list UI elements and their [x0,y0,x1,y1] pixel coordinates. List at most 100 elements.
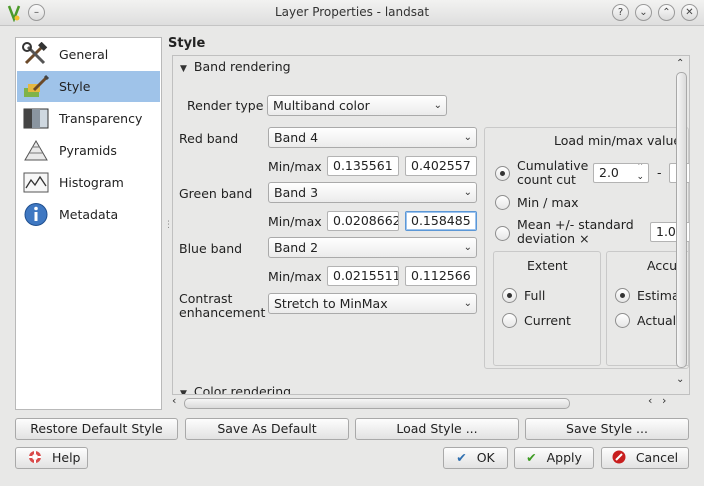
cumulative-count-radio[interactable] [495,166,510,181]
accuracy-actual-label: Actual [637,313,677,328]
blue-max-field[interactable]: 0.112566 [405,266,477,286]
range-dash: - [657,165,662,180]
cancel-icon [612,450,626,464]
save-style-button[interactable]: Save Style ... [525,418,689,440]
band-rendering-title: Band rendering [193,59,291,74]
red-band-label: Red band [179,131,239,146]
extent-full-radio[interactable] [502,288,517,303]
sidebar-item-transparency[interactable]: Transparency [17,103,160,134]
color-rendering-header[interactable]: ▼ Color rendering [180,384,291,395]
horizontal-scrollbar[interactable]: ‹ ‹ › [172,394,672,410]
help-label: Help [51,450,81,465]
scroll-up-icon[interactable]: ⌃ [676,58,684,69]
sidebar-item-metadata[interactable]: Metadata [17,199,160,230]
window-title: Layer Properties - landsat [274,5,430,19]
band-rendering-header[interactable]: ▼ Band rendering [180,59,291,74]
help-button[interactable]: Help [15,447,88,469]
apply-label: Apply [546,450,582,465]
tools-icon [22,42,48,65]
contrast-enhancement-value: Stretch to MinMax [274,296,388,311]
blue-min-field[interactable]: 0.0215511 [327,266,399,286]
title-bar: – Layer Properties - landsat ? ⌄ ⌃ ✕ [0,0,704,26]
chevron-down-icon: ⌄ [463,132,472,143]
load-minmax-title: Load min/max value [554,133,682,148]
chevron-down-icon: ⌄ [463,242,472,253]
accuracy-estimate-radio[interactable] [615,288,630,303]
accuracy-title: Accu [647,258,677,273]
save-as-default-button[interactable]: Save As Default [185,418,349,440]
extent-full-label: Full [524,288,546,303]
minmax-radio[interactable] [495,195,510,210]
green-max-field[interactable]: 0.158485 [405,211,477,231]
minmax-option-label: Min / max [517,195,579,210]
close-window-button[interactable]: ✕ [681,4,698,21]
sidebar-item-label: General [59,47,109,62]
extent-current-radio[interactable] [502,313,517,328]
pyramid-icon [24,140,48,161]
render-type-value: Multiband color [273,98,370,113]
sidebar-item-pyramids[interactable]: Pyramids [17,135,160,166]
mean-stddev-radio[interactable] [495,226,510,241]
load-minmax-group: Load min/max value Cumulative count cut … [484,127,689,369]
contrast-enhancement-label: Contrast enhancement [179,291,266,320]
red-minmax-label: Min/max [268,159,322,174]
red-min-field[interactable]: 0.135561 [327,156,399,176]
blue-band-select[interactable]: Band 2 ⌄ [268,237,477,258]
extent-group: Extent Full Current [493,251,601,366]
ok-button[interactable]: ✔ OK [443,447,508,469]
paintbrush-icon [24,74,50,97]
transparency-icon [23,108,49,129]
collapse-triangle-icon: ▼ [180,389,187,395]
extent-current-label: Current [524,313,571,328]
sidebar-item-label: Pyramids [59,143,117,158]
red-max-field[interactable]: 0.402557 [405,156,477,176]
sidebar-item-general[interactable]: General [17,39,160,70]
mean-stddev-label: Mean +/- standard deviation × [517,217,634,246]
chevron-down-icon: ⌄ [433,100,442,111]
help-titlebar-button[interactable]: ? [612,4,629,21]
green-band-select[interactable]: Band 3 ⌄ [268,182,477,203]
scroll-left-icon[interactable]: ‹ [172,394,176,407]
extent-title: Extent [527,258,568,273]
blue-band-value: Band 2 [274,240,319,255]
hscroll-thumb[interactable] [184,398,570,409]
apply-button[interactable]: ✔ Apply [514,447,594,469]
collapse-triangle-icon: ▼ [180,64,187,74]
maximize-button[interactable]: ⌃ [658,4,675,21]
chevron-down-icon: ⌄ [463,298,472,309]
style-panel: ▼ Band rendering Render type Multiband co… [172,55,690,395]
green-min-field[interactable]: 0.0208662 [327,211,399,231]
blue-minmax-label: Min/max [268,269,322,284]
load-style-button[interactable]: Load Style ... [355,418,519,440]
ok-label: OK [476,450,495,465]
accuracy-actual-radio[interactable] [615,313,630,328]
cancel-label: Cancel [635,450,679,465]
scroll-right-icon[interactable]: › [662,394,666,407]
vertical-scrollbar[interactable]: ⌃ [674,58,689,380]
sidebar-list: General Style Transparency Pyramids Hist… [15,37,162,410]
checkmark-icon: ✔ [456,450,467,465]
cancel-button[interactable]: Cancel [601,447,689,469]
contrast-enhancement-select[interactable]: Stretch to MinMax ⌄ [268,293,477,314]
histogram-icon [23,172,49,193]
sidebar-item-style[interactable]: Style [17,71,160,102]
info-icon [24,203,48,226]
spin-arrows-icon[interactable]: ⌃ ⌄ [636,164,644,182]
help-lifebuoy-icon [29,451,41,463]
scroll-down-icon[interactable]: ⌄ [676,374,684,385]
apply-check-icon: ✔ [526,450,537,465]
sidebar-item-label: Histogram [59,175,124,190]
sidebar-item-histogram[interactable]: Histogram [17,167,160,198]
cumulative-count-spinbox[interactable]: 2.0 ⌃ ⌄ [593,163,649,183]
green-band-value: Band 3 [274,185,319,200]
red-band-value: Band 4 [274,130,319,145]
red-band-select[interactable]: Band 4 ⌄ [268,127,477,148]
restore-default-style-button[interactable]: Restore Default Style [15,418,178,440]
scroll-left-end-icon[interactable]: ‹ [648,394,652,407]
page-title: Style [168,36,206,51]
render-type-label: Render type [187,98,264,113]
scrollbar-thumb[interactable] [676,72,687,368]
minimize-button[interactable]: ⌄ [635,4,652,21]
chevron-down-icon: ⌄ [463,187,472,198]
render-type-select[interactable]: Multiband color ⌄ [267,95,447,116]
